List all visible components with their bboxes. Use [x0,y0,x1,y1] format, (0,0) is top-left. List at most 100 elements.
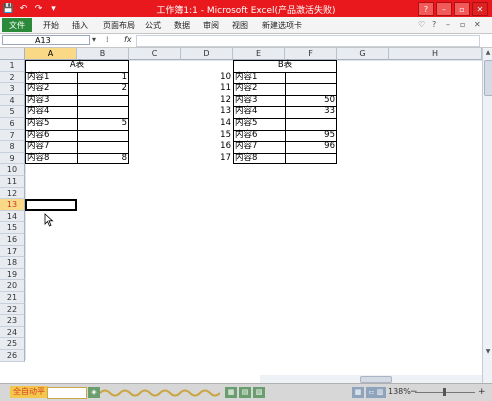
scroll-down-icon[interactable]: ▼ [484,348,492,356]
view-normal-icon[interactable]: ▦ [352,387,364,398]
table-a-name-cell[interactable]: 内容7 [25,141,77,153]
table-b-value-cell[interactable] [285,72,337,84]
tab-insert[interactable]: 插入 [72,20,88,31]
table-b-value-cell[interactable]: 95 [285,130,337,142]
table-a-value-cell[interactable] [77,141,129,153]
table-b-index-cell[interactable]: 10 [181,72,233,84]
row-header-4[interactable]: 4 [0,94,25,107]
sheet-tab-icon-2[interactable]: ▤ [239,387,251,398]
zoom-slider-thumb[interactable] [443,388,446,396]
table-b-value-cell[interactable] [285,83,337,95]
row-header-24[interactable]: 24 [0,326,25,339]
table-b-name-cell[interactable]: 内容1 [233,72,285,84]
maximize-button[interactable]: ▫ [454,2,470,16]
row-header-21[interactable]: 21 [0,292,25,304]
row-header-25[interactable]: 25 [0,338,25,350]
tab-formulas[interactable]: 公式 [145,20,161,31]
column-header-a[interactable]: A [25,48,77,60]
vertical-scrollbar[interactable]: ▲ ▼ [482,48,492,383]
column-header-e[interactable]: E [233,48,285,60]
table-a-name-cell[interactable]: 内容5 [25,118,77,130]
horizontal-scroll-thumb[interactable] [360,376,392,383]
row-header-23[interactable]: 23 [0,315,25,327]
table-b-name-cell[interactable]: 内容4 [233,106,285,118]
column-header-f[interactable]: F [285,48,337,60]
table-a-name-cell[interactable]: 内容1 [25,72,77,84]
row-header-16[interactable]: 16 [0,234,25,246]
table-b-value-cell[interactable]: 50 [285,95,337,107]
table-a-value-cell[interactable] [77,95,129,107]
table-a-value-cell[interactable] [77,106,129,118]
collapse-icon[interactable]: ⁞ [106,35,109,44]
select-all-corner[interactable] [0,48,25,60]
name-box[interactable]: A13 [2,35,90,45]
table-a-value-cell[interactable]: 2 [77,83,129,95]
table-a-value-cell[interactable]: 5 [77,118,129,130]
table-a-header[interactable]: A表 [25,60,129,72]
row-header-1[interactable]: 1 [0,60,25,72]
row-header-19[interactable]: 19 [0,268,25,281]
table-a-value-cell[interactable]: 8 [77,153,129,165]
table-b-index-cell[interactable]: 12 [181,95,233,107]
ribbon-close-icon[interactable]: ✕ [474,20,481,29]
column-header-h[interactable]: H [389,48,482,60]
row-header-17[interactable]: 17 [0,245,25,258]
row-header-11[interactable]: 11 [0,176,25,188]
ribbon-minimize-icon[interactable]: – [446,20,450,29]
table-b-index-cell[interactable]: 17 [181,153,233,165]
table-a-name-cell[interactable]: 内容6 [25,130,77,142]
table-a-value-cell[interactable] [77,130,129,142]
help-button[interactable]: ? [418,2,434,16]
fx-button[interactable]: fx [124,35,132,44]
table-b-index-cell[interactable]: 14 [181,118,233,130]
active-cell-a13[interactable] [25,199,77,211]
row-header-9[interactable]: 9 [0,152,25,165]
row-header-22[interactable]: 22 [0,303,25,316]
table-b-value-cell[interactable]: 96 [285,141,337,153]
row-header-5[interactable]: 5 [0,106,25,118]
row-header-10[interactable]: 10 [0,164,25,176]
sheet-tab-icon-3[interactable]: ▧ [253,387,265,398]
tab-home[interactable]: 开始 [43,20,59,31]
table-b-index-cell[interactable]: 13 [181,106,233,118]
table-b-header[interactable]: B表 [233,60,337,72]
row-header-7[interactable]: 7 [0,129,25,142]
table-b-index-cell[interactable]: 15 [181,130,233,142]
table-b-value-cell[interactable] [285,118,337,130]
row-header-18[interactable]: 18 [0,257,25,269]
row-header-26[interactable]: 26 [0,350,25,362]
table-b-name-cell[interactable]: 内容7 [233,141,285,153]
table-b-name-cell[interactable]: 内容8 [233,153,285,165]
row-header-20[interactable]: 20 [0,280,25,292]
tab-page-layout[interactable]: 页面布局 [103,20,135,31]
tab-review[interactable]: 审阅 [203,20,219,31]
table-a-name-cell[interactable]: 内容3 [25,95,77,107]
table-a-name-cell[interactable]: 内容8 [25,153,77,165]
file-tab[interactable]: 文件 [2,18,32,32]
status-input[interactable] [47,387,87,399]
table-b-index-cell[interactable]: 11 [181,83,233,95]
minimize-button[interactable]: – [436,2,452,16]
tab-data[interactable]: 数据 [174,20,190,31]
row-header-8[interactable]: 8 [0,141,25,153]
heart-icon[interactable]: ♡ [418,20,425,29]
column-header-g[interactable]: G [337,48,389,60]
column-header-c[interactable]: C [129,48,181,60]
ribbon-restore-icon[interactable]: ▫ [460,20,465,29]
tab-view[interactable]: 视图 [232,20,248,31]
table-b-name-cell[interactable]: 内容3 [233,95,285,107]
column-header-d[interactable]: D [181,48,233,60]
table-b-name-cell[interactable]: 内容5 [233,118,285,130]
namebox-dropdown-icon[interactable]: ▾ [92,35,96,44]
row-header-15[interactable]: 15 [0,222,25,234]
row-header-14[interactable]: 14 [0,210,25,223]
table-a-name-cell[interactable]: 内容4 [25,106,77,118]
table-a-name-cell[interactable]: 内容2 [25,83,77,95]
view-page-break-icon[interactable]: ▥ [374,387,386,398]
table-b-value-cell[interactable] [285,153,337,165]
close-button[interactable]: ✕ [472,2,488,16]
sheet-tab-icon-1[interactable]: ▦ [225,387,237,398]
column-header-b[interactable]: B [77,48,129,60]
ribbon-help-icon[interactable]: ? [432,20,436,29]
table-b-name-cell[interactable]: 内容2 [233,83,285,95]
